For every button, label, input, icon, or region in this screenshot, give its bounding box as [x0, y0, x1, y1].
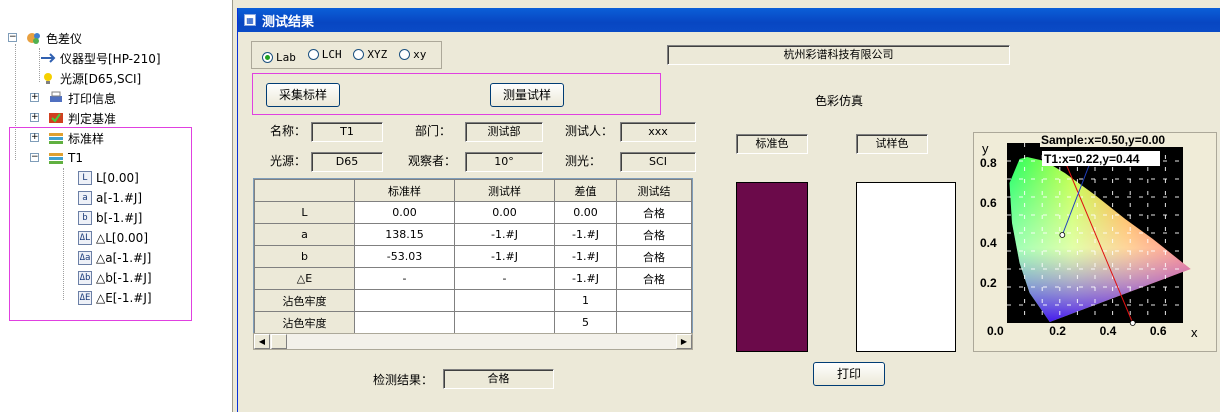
table-row[interactable]: a 138.15 -1.#J -1.#J 合格	[254, 223, 692, 246]
result-table: 标准样 测试样 差值 测试结 L 0.00 0.00 0.00 合格 a 138.15 -1…	[254, 179, 692, 334]
collect-standard-button[interactable]: 采集标样	[266, 83, 340, 107]
tree-item-light[interactable]: 光源[D65,SCI]	[40, 69, 141, 87]
usb-icon	[40, 51, 56, 65]
table-row[interactable]: 沾色牢度 1	[254, 289, 692, 312]
x-axis-label: x	[1191, 325, 1198, 340]
result-label: 检测结果：	[373, 373, 434, 387]
measure-field: SCI	[620, 152, 696, 172]
device-tree[interactable]: − 色差仪 仪器型号[HP-210] 光源[D65,SCI] + 打印信息 + …	[0, 0, 233, 412]
measure-sample-button[interactable]: 测量试样	[490, 83, 564, 107]
collapse-icon[interactable]: −	[8, 33, 17, 42]
name-field: T1	[311, 122, 383, 142]
tree-root-label: 色差仪	[46, 31, 83, 46]
y-tick-label: 0.2	[980, 276, 997, 290]
tree-item-criteria[interactable]: + 判定基准	[30, 109, 116, 127]
dept-field: 测试部	[465, 122, 543, 142]
observer-field: 10°	[465, 152, 543, 172]
scroll-left-icon[interactable]: ◀	[254, 334, 270, 349]
table-container: 标准样 测试样 差值 测试结 L 0.00 0.00 0.00 合格 a 138.15 -1…	[253, 178, 693, 341]
window-title: 测试结果	[262, 14, 315, 30]
sample-annotation: Sample:x=0.50,y=0.00	[1041, 133, 1165, 147]
simulation-title: 色彩仿真	[815, 94, 864, 108]
mode-lch-radio[interactable]: LCH	[307, 48, 342, 61]
standard-color-swatch	[736, 182, 808, 352]
tester-field: xxx	[620, 122, 696, 142]
y-tick-label: 0.6	[980, 196, 997, 210]
observer-label: 观察者：	[408, 154, 457, 168]
window-icon: ▦	[244, 14, 256, 26]
tree-item-model[interactable]: 仪器型号[HP-210]	[40, 49, 161, 67]
x-tick-label: 0.4	[1100, 324, 1117, 338]
table-header-row: 标准样 测试样 差值 测试结	[254, 179, 692, 202]
scroll-thumb[interactable]	[271, 334, 287, 349]
sample-point	[1129, 320, 1136, 326]
expand-icon[interactable]: +	[30, 113, 39, 122]
tester-label: 测试人：	[565, 124, 614, 138]
tree-root[interactable]: − 色差仪	[8, 29, 82, 47]
company-field: 杭州彩谱科技有限公司	[667, 45, 1010, 65]
t1-annotation: T1:x=0.22,y=0.44	[1044, 152, 1140, 166]
expand-icon[interactable]: +	[30, 93, 39, 102]
device-icon	[26, 31, 42, 45]
mode-group: Lab LCH XYZ xy	[251, 41, 442, 69]
result-window: ▦ 测试结果 Lab LCH XYZ xy 杭州彩谱科技有限公司 采集标样 测量…	[237, 8, 1220, 412]
sample-color-swatch	[856, 182, 956, 352]
standard-color-label: 标准色	[736, 134, 808, 154]
table-row[interactable]: L 0.00 0.00 0.00 合格	[254, 201, 692, 224]
content-panel: Lab LCH XYZ xy 杭州彩谱科技有限公司 采集标样 测量试样 名称： …	[240, 38, 1220, 410]
x-tick-label: 0.2	[1049, 324, 1066, 338]
table-row[interactable]: 沾色牢度 5	[254, 311, 692, 334]
sample-color-label: 试样色	[856, 134, 928, 154]
table-hscrollbar[interactable]: ◀ ▶	[253, 333, 693, 350]
mode-lab-radio[interactable]: Lab	[262, 51, 296, 64]
light-field: D65	[311, 152, 383, 172]
mode-xy-radio[interactable]: xy	[399, 48, 426, 61]
scroll-right-icon[interactable]: ▶	[676, 334, 692, 349]
measure-label: 测光：	[565, 154, 602, 168]
table-row[interactable]: b -53.03 -1.#J -1.#J 合格	[254, 245, 692, 268]
mode-xyz-radio[interactable]: XYZ	[353, 48, 387, 61]
result-field: 合格	[443, 369, 554, 389]
table-row[interactable]: △E - - -1.#J 合格	[254, 267, 692, 290]
light-label: 光源：	[270, 154, 307, 168]
chromaticity-chart-panel: 0.0 0.2 0.4 0.6 0.8 0.6 0.4 0.2 x y Sample:x=0.50,…	[973, 132, 1217, 352]
window-titlebar[interactable]: ▦ 测试结果	[238, 8, 1220, 32]
y-axis-label: y	[982, 141, 989, 156]
printer-icon	[48, 91, 64, 105]
tree-item-print-info[interactable]: + 打印信息	[30, 89, 116, 107]
check-icon	[48, 111, 64, 125]
t1-point	[1059, 232, 1066, 238]
x-tick-label: 0.6	[1150, 324, 1167, 338]
x-tick-label: 0.0	[987, 324, 1004, 338]
y-tick-label: 0.4	[980, 236, 997, 250]
highlight-box	[9, 127, 192, 321]
name-label: 名称：	[270, 124, 307, 138]
dept-label: 部门：	[415, 124, 452, 138]
y-tick-label: 0.8	[980, 156, 997, 170]
bulb-icon	[40, 71, 56, 85]
print-button[interactable]: 打印	[813, 362, 885, 386]
chromaticity-chart: 0.0 0.2 0.4 0.6 0.8 0.6 0.4 0.2 x y Sample:x=0.50,…	[980, 133, 1216, 340]
